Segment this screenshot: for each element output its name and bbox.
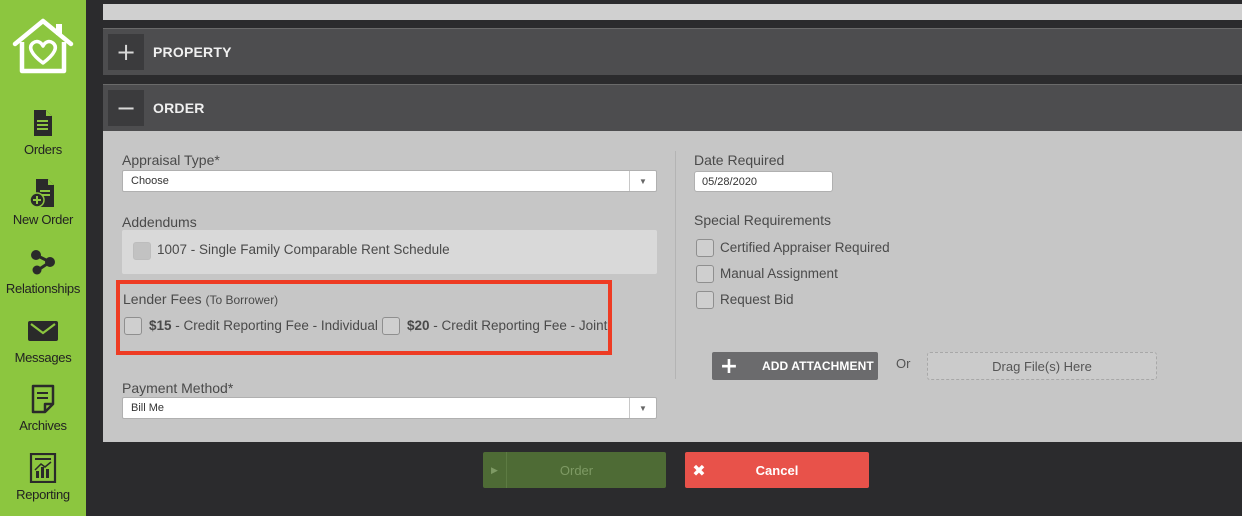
payment-method-value: Bill Me: [131, 402, 165, 414]
manual-assignment-checkbox[interactable]: [696, 265, 714, 283]
payment-method-label: Payment Method*: [122, 380, 234, 396]
sidebar-item-relationships[interactable]: Relationships: [0, 245, 86, 313]
addendum-checkbox[interactable]: [133, 242, 151, 260]
chart-icon: [29, 451, 57, 485]
new-order-icon: [29, 176, 57, 210]
sidebar-item-label: Orders: [24, 142, 62, 157]
order-section-header[interactable]: − ORDER: [103, 84, 1242, 131]
file-dropzone[interactable]: Drag File(s) Here: [927, 352, 1157, 380]
previous-section-bar: [103, 4, 1242, 20]
property-section-header[interactable]: + PROPERTY: [103, 28, 1242, 75]
date-required-input[interactable]: 05/28/2020: [694, 171, 833, 192]
play-icon: ▶: [483, 452, 507, 488]
sidebar: Orders New Order Relationships Messages …: [0, 0, 86, 516]
sidebar-item-label: New Order: [12, 212, 74, 227]
special-requirements-label: Special Requirements: [694, 212, 831, 228]
document-icon: [32, 106, 54, 140]
collapse-icon[interactable]: −: [108, 90, 144, 126]
certified-appraiser-checkbox[interactable]: [696, 239, 714, 257]
addendum-label: 1007 - Single Family Comparable Rent Sch…: [157, 242, 450, 257]
sidebar-item-messages[interactable]: Messages: [0, 314, 86, 382]
dropzone-label: Drag File(s) Here: [992, 358, 1092, 374]
appraisal-type-value: Choose: [131, 175, 169, 187]
request-bid-checkbox[interactable]: [696, 291, 714, 309]
archive-icon: [31, 382, 55, 416]
manual-assignment-label: Manual Assignment: [720, 266, 838, 281]
sidebar-item-new-order[interactable]: New Order: [0, 176, 86, 244]
house-heart-logo: [12, 18, 74, 74]
request-bid-label: Request Bid: [720, 292, 794, 307]
appraisal-type-select[interactable]: Choose ▼: [122, 170, 657, 192]
highlight-box: [116, 280, 612, 355]
addendums-box: 1007 - Single Family Comparable Rent Sch…: [122, 230, 657, 274]
certified-appraiser-label: Certified Appraiser Required: [720, 240, 890, 255]
plus-icon: +: [719, 353, 739, 379]
sidebar-item-label: Messages: [14, 350, 72, 365]
sidebar-item-label: Reporting: [16, 487, 70, 502]
sidebar-item-archives[interactable]: Archives: [0, 382, 86, 450]
logo[interactable]: [0, 0, 86, 92]
cancel-button-label: Cancel: [755, 462, 799, 478]
sidebar-item-orders[interactable]: Orders: [0, 106, 86, 174]
appraisal-type-label: Appraisal Type*: [122, 152, 220, 168]
sidebar-item-label: Relationships: [5, 281, 81, 296]
order-button-label: Order: [559, 462, 594, 478]
addendums-label: Addendums: [122, 214, 197, 230]
add-attachment-button[interactable]: + ADD ATTACHMENT: [712, 352, 878, 380]
date-required-value: 05/28/2020: [702, 175, 758, 188]
section-title: ORDER: [153, 100, 205, 116]
date-required-label: Date Required: [694, 152, 785, 168]
or-label: Or: [896, 356, 911, 371]
envelope-icon: [27, 314, 59, 348]
section-title: PROPERTY: [153, 44, 232, 60]
sidebar-item-label: Archives: [19, 418, 67, 433]
order-form-panel: Appraisal Type* Choose ▼ Addendums 1007 …: [103, 131, 1242, 442]
expand-icon[interactable]: +: [108, 34, 144, 70]
relationships-icon: [29, 245, 57, 279]
payment-method-select[interactable]: Bill Me ▼: [122, 397, 657, 419]
sidebar-item-reporting[interactable]: Reporting: [0, 451, 86, 516]
order-button[interactable]: ▶ Order: [483, 452, 666, 488]
add-attachment-label: ADD ATTACHMENT: [762, 359, 874, 373]
column-divider: [675, 151, 676, 379]
chevron-down-icon: ▼: [629, 171, 656, 191]
chevron-down-icon: ▼: [629, 398, 656, 418]
close-icon: ✖: [692, 460, 706, 480]
cancel-button[interactable]: ✖ Cancel: [685, 452, 869, 488]
